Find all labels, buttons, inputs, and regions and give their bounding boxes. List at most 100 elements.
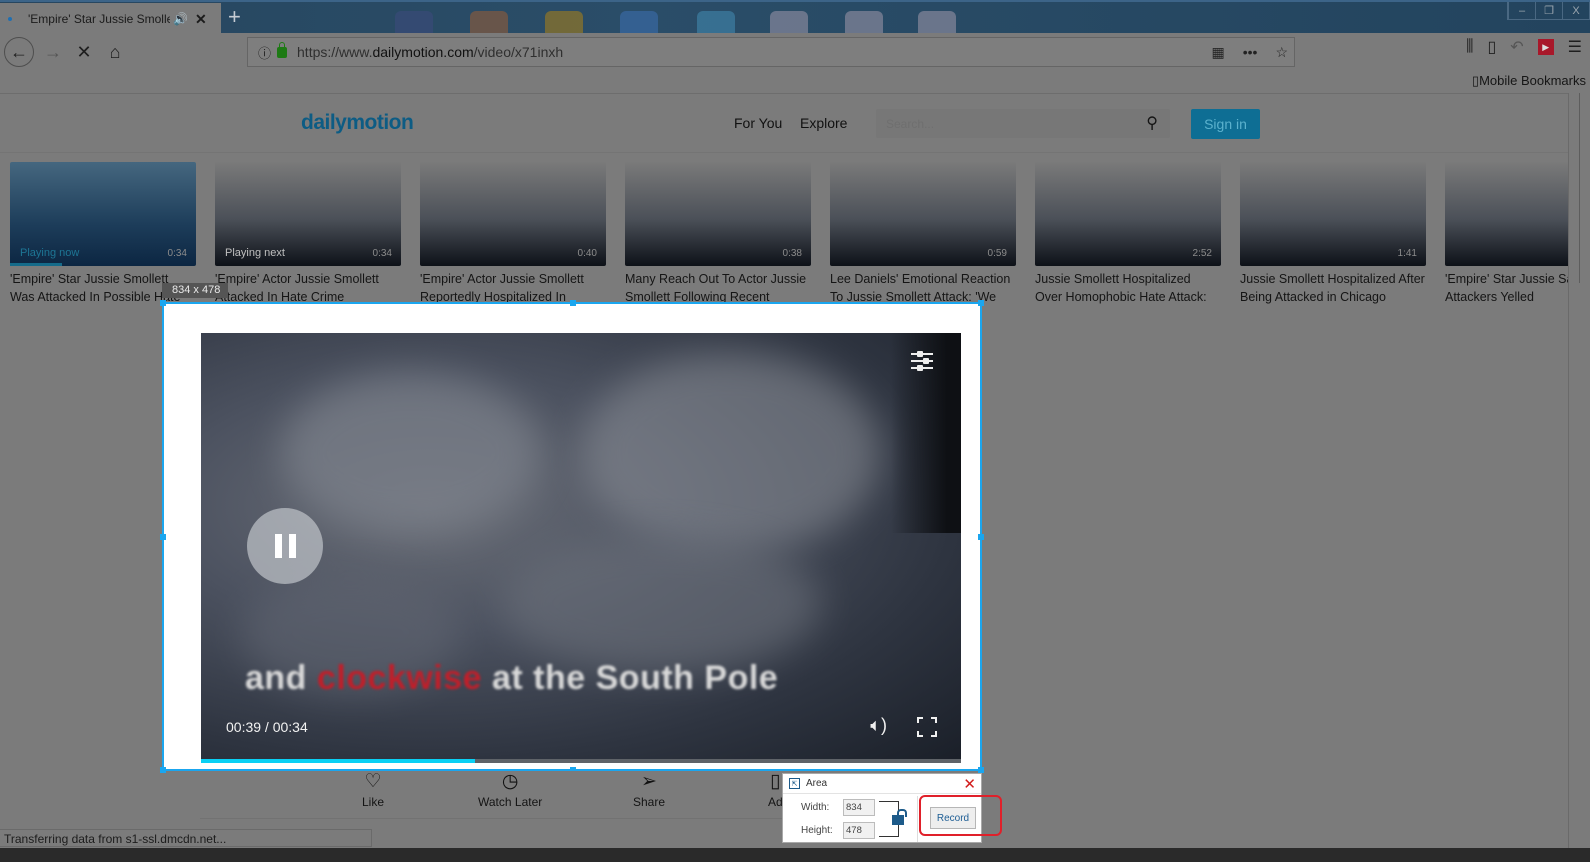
video-thumbnail[interactable]: 0:40 [420,162,606,266]
video-frame [581,353,881,553]
home-button[interactable]: ⌂ [100,37,130,67]
qr-code-icon[interactable]: ▦ [1211,44,1224,61]
width-label: Width: [801,802,830,813]
browser-titlebar: 'Empire' Star Jussie Smollett 🔊 ✕ + – ❐ … [0,0,1590,35]
info-icon[interactable]: ⓘ [258,43,271,62]
speaker-icon[interactable]: 🔊 [173,12,188,26]
search-icon[interactable]: ⚲ [1146,113,1158,133]
playlist-item[interactable]: 0:38 Many Reach Out To Actor Jussie Smoll… [625,162,811,306]
forward-button[interactable]: → [38,37,68,67]
volume-icon[interactable]: 🔈︎) [870,715,887,736]
fullscreen-icon[interactable] [917,717,937,737]
share-button[interactable]: ➢ Share [633,771,665,809]
browser-tab[interactable]: 'Empire' Star Jussie Smollett 🔊 ✕ [0,3,221,35]
menu-icon[interactable]: ☰ [1568,37,1582,57]
playlist-item[interactable]: 1:41 Jussie Smollett Hospitalized After B… [1240,162,1426,306]
back-button[interactable]: ← [4,37,34,67]
video-title[interactable]: Many Reach Out To Actor Jussie Smollett … [625,271,811,306]
video-thumbnail[interactable]: 0:38 [625,162,811,266]
add-button[interactable]: ▯ Ad [768,771,783,809]
playlist-item[interactable]: Playing next 0:34 'Empire' Actor Jussie Sm… [215,162,401,306]
close-tab-icon[interactable]: ✕ [195,11,207,28]
resize-handle[interactable] [160,767,166,773]
video-title[interactable]: Lee Daniels' Emotional Reaction To Jussi… [830,271,1016,306]
video-player[interactable]: and clockwise at the South Pole 00:39 / … [201,333,961,763]
height-field[interactable] [843,822,875,839]
progress-fill [201,759,475,763]
video-caption: and clockwise at the South Pole [245,659,779,697]
duration-label: 2:52 [1192,248,1212,259]
resize-handle[interactable] [160,300,166,306]
new-tab-button[interactable]: + [228,6,241,28]
url-bar[interactable]: ⓘ https://www.dailymotion.com/video/x71i… [247,37,1295,67]
tab-title: 'Empire' Star Jussie Smollett [28,12,170,26]
heart-icon: ♡ [364,771,382,792]
dialog-header[interactable]: ⇱ Area ✕ [783,774,981,794]
video-thumbnail[interactable]: 1:41 [1240,162,1426,266]
duration-label: 0:38 [782,248,802,259]
restore-button[interactable]: ❐ [1535,2,1562,19]
resize-handle[interactable] [978,534,984,540]
highlight-box [919,795,1002,836]
unlock-aspect-icon[interactable] [892,809,907,825]
pause-icon [274,534,282,558]
file-icon [845,11,883,35]
lock-icon [277,41,288,58]
page-scrollbar[interactable] [1568,93,1590,862]
playlist-item[interactable]: 0:40 'Empire' Actor Jussie Smollett Repor… [420,162,606,306]
resize-handle[interactable] [160,534,166,540]
sign-in-button[interactable]: Sign in [1191,109,1260,139]
video-title[interactable]: Jussie Smollett Hospitalized Over Homoph… [1035,271,1221,306]
loading-dot-icon [8,17,12,21]
video-thumbnail[interactable]: 0:59 [830,162,1016,266]
playlist-item[interactable]: 0:59 Lee Daniels' Emotional Reaction To J… [830,162,1016,306]
resize-handle[interactable] [570,300,576,306]
like-button[interactable]: ♡ Like [362,771,384,809]
library-icon[interactable]: ⫼ [1466,38,1473,56]
video-thumbnail[interactable]: 2:52 [1035,162,1221,266]
time-display: 00:39 / 00:34 [226,719,308,735]
video-title[interactable]: 'Empire' Actor Jussie Smollett Reportedl… [420,271,606,306]
video-thumbnail[interactable]: Playing now 0:34 [10,162,196,266]
video-extension-icon[interactable]: ▶ [1537,39,1554,55]
video-frame [501,533,821,673]
nav-for-you[interactable]: For You [734,115,782,131]
pause-button[interactable] [247,508,323,584]
bookmark-star-icon[interactable]: ☆ [1275,44,1288,61]
undo-icon[interactable]: ↶ [1510,37,1523,57]
video-title[interactable]: 'Empire' Actor Jussie Smollett Attacked … [215,271,401,306]
playing-label: Playing now [20,247,80,259]
selection-size-badge: 834 x 478 [162,283,229,298]
playlist-strip: Playing now 0:34 'Empire' Star Jussie Smol… [0,153,1590,313]
scrollbar-thumb[interactable] [1579,93,1589,283]
search-input[interactable]: Search... ⚲ [876,109,1170,138]
taskbar-app-icon [620,11,658,35]
resize-handle[interactable] [978,300,984,306]
playlist-item[interactable]: 2:52 Jussie Smollett Hospitalized Over Ho… [1035,162,1221,306]
nav-explore[interactable]: Explore [800,115,847,131]
video-thumbnail[interactable]: Playing next 0:34 [215,162,401,266]
watch-later-button[interactable]: ◷ Watch Later [478,771,542,809]
taskbar-app-icon [395,11,433,35]
video-title[interactable]: Jussie Smollett Hospitalized After Being… [1240,271,1426,306]
recording-selection-area[interactable]: and clockwise at the South Pole 00:39 / … [160,300,984,773]
height-label: Height: [801,825,833,836]
duration-label: 0:34 [372,248,392,259]
page-actions-icon[interactable]: ••• [1243,44,1258,60]
dialog-title: Area [806,778,828,789]
width-field[interactable] [843,799,875,816]
close-window-button[interactable]: X [1562,2,1589,19]
close-dialog-icon[interactable]: ✕ [963,775,976,793]
watched-progress [10,263,63,266]
site-header: dailymotion For You Explore Search... ⚲ … [0,93,1568,153]
settings-sliders-icon[interactable] [911,351,933,371]
stop-button[interactable]: ✕ [69,37,99,67]
minimize-button[interactable]: – [1508,2,1535,19]
sidebar-icon[interactable]: ▯ [1487,37,1496,57]
url-text[interactable]: https://www.dailymotion.com/video/x71inx… [297,44,563,60]
phone-icon: ▯ [1471,73,1480,88]
dailymotion-logo[interactable]: dailymotion [301,111,414,135]
video-progress-bar[interactable] [201,759,961,763]
mobile-bookmarks[interactable]: ▯Mobile Bookmarks [1472,73,1586,89]
playing-label: Playing next [225,247,285,259]
